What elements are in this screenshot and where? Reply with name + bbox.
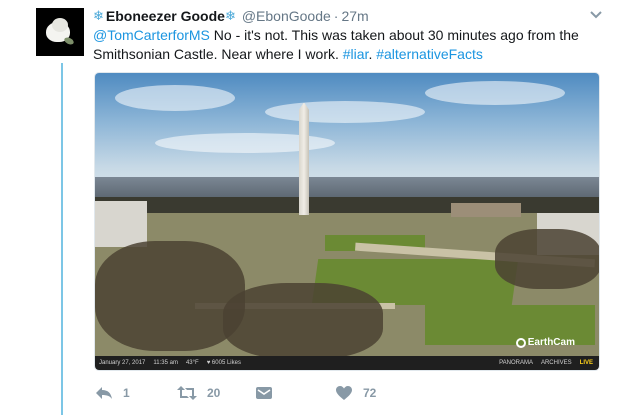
cam-likes: ♥ 6005 Likes bbox=[206, 360, 241, 366]
photo-cloud bbox=[265, 101, 425, 123]
rose-petal bbox=[52, 18, 68, 32]
earthcam-watermark: EarthCam bbox=[515, 337, 575, 348]
retweet-count: 20 bbox=[207, 386, 221, 400]
camera-eye-icon bbox=[515, 337, 526, 348]
tweet-text: @TomCarterforMS No - it's not. This was … bbox=[93, 26, 608, 64]
envelope-icon bbox=[255, 385, 273, 401]
author-name[interactable]: Eboneezer Goode bbox=[106, 8, 225, 24]
thread-connector-line bbox=[61, 63, 63, 415]
tweet-header: ❄ Eboneezer Goode ❄ @EbonGoode · 27m bbox=[93, 7, 369, 25]
header-separator: · bbox=[333, 8, 339, 24]
hashtag-alternative-facts[interactable]: #alternativeFacts bbox=[376, 46, 483, 62]
photo-trees-near bbox=[223, 283, 383, 359]
timestamp[interactable]: 27m bbox=[341, 8, 368, 24]
photo-building-left bbox=[95, 201, 147, 247]
reply-button[interactable]: 1 bbox=[95, 383, 130, 403]
avatar[interactable] bbox=[36, 8, 84, 56]
cam-time: 11:35 am bbox=[153, 360, 178, 366]
photo-trees-near bbox=[95, 241, 245, 351]
washington-monument bbox=[299, 103, 309, 215]
reply-icon bbox=[95, 385, 113, 401]
retweet-icon bbox=[177, 385, 197, 401]
direct-message-button[interactable] bbox=[255, 383, 273, 403]
earthcam-label: EarthCam bbox=[527, 337, 575, 348]
mention-link[interactable]: @TomCarterforMS bbox=[93, 27, 210, 43]
cam-archives: ARCHIVES bbox=[540, 360, 572, 366]
chevron-down-icon[interactable] bbox=[589, 7, 603, 21]
cam-panorama: PANORAMA bbox=[499, 360, 533, 366]
rose-leaf bbox=[63, 36, 75, 46]
cam-live: LIVE bbox=[579, 360, 593, 366]
snowflake-icon: ❄ bbox=[93, 8, 104, 23]
tweet-photo[interactable]: EarthCam January 27, 2017 11:35 am 43°F … bbox=[94, 72, 600, 371]
photo-building-mid bbox=[451, 203, 521, 217]
snowflake-icon: ❄ bbox=[224, 8, 236, 23]
hashtag-liar[interactable]: #liar bbox=[343, 46, 369, 62]
photo-cloud bbox=[115, 85, 235, 111]
tweet-actions: 1 20 72 bbox=[95, 383, 395, 403]
like-count: 72 bbox=[363, 386, 377, 400]
like-button[interactable]: 72 bbox=[335, 383, 376, 403]
author-handle[interactable]: @EbonGoode bbox=[242, 8, 331, 24]
cam-date: January 27, 2017 bbox=[99, 360, 146, 366]
photo-cloud bbox=[425, 81, 565, 105]
earthcam-info-bar: January 27, 2017 11:35 am 43°F ♥ 6005 Li… bbox=[95, 356, 599, 370]
heart-icon bbox=[335, 385, 353, 401]
reply-count: 1 bbox=[123, 386, 130, 400]
cam-temperature: 43°F bbox=[185, 360, 199, 366]
retweet-button[interactable]: 20 bbox=[177, 383, 220, 403]
photo-trees-near bbox=[495, 229, 599, 289]
